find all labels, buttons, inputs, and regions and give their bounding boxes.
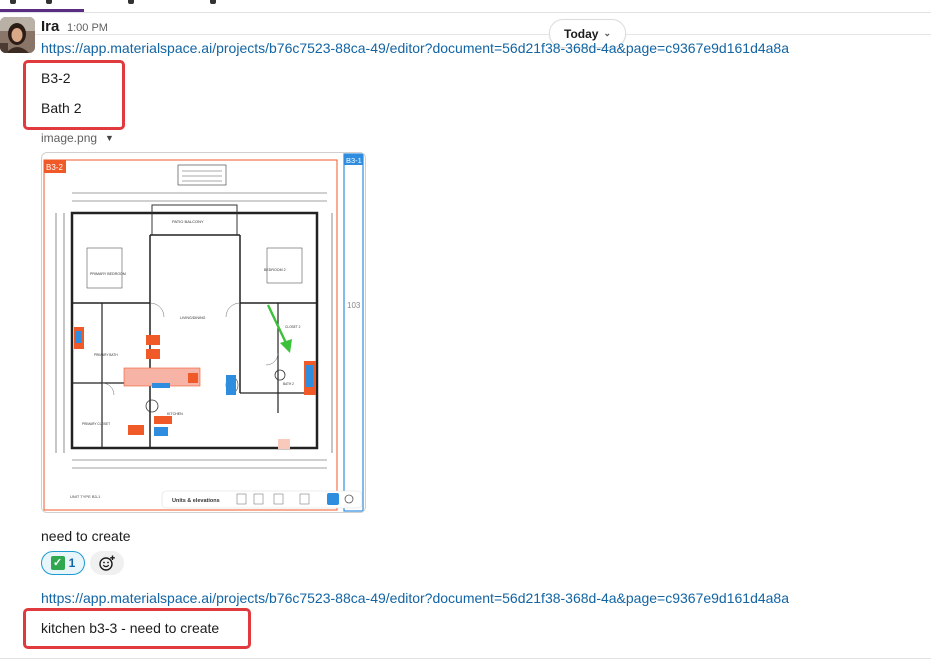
active-tab-indicator	[0, 9, 84, 12]
date-divider-label: Today	[564, 26, 599, 41]
reaction-check-button[interactable]: ✓ 1	[41, 551, 85, 575]
unit-tag-right: B3-1	[346, 156, 362, 165]
tab-icon-fragment	[10, 0, 16, 4]
side-number: 103	[347, 301, 361, 310]
patio-label: PATIO BALCONY	[172, 219, 204, 224]
image-attachment-header[interactable]: image.png ▼	[41, 131, 114, 145]
kitchen-label: KITCHEN	[167, 412, 183, 416]
image-filename: image.png	[41, 131, 98, 145]
caret-down-icon[interactable]: ▼	[105, 133, 114, 143]
message-sender-name[interactable]: Ira	[41, 18, 59, 35]
primary-bath-label: PRIMARY BATH	[94, 353, 118, 357]
message-line-room: Bath 2	[41, 100, 82, 116]
message-timestamp[interactable]: 1:00 PM	[67, 22, 108, 34]
add-reaction-button[interactable]	[90, 551, 124, 575]
avatar[interactable]	[0, 17, 35, 53]
tab-icon-fragment	[46, 0, 52, 4]
unit-tag-left: B3-2	[46, 163, 63, 172]
tab-icon-fragment	[128, 0, 134, 4]
toolbar-label: Units & elevations	[172, 498, 220, 504]
message-line-unit: B3-2	[41, 70, 71, 86]
chevron-down-icon: ⌄	[603, 28, 611, 38]
bath2-label: BATH 2	[283, 382, 294, 386]
message-text: kitchen b3-3 - need to create	[41, 620, 220, 636]
bedroom2-label: BEDROOM 2	[264, 268, 286, 272]
message-link[interactable]: https://app.materialspace.ai/projects/b7…	[41, 590, 789, 606]
reaction-count: 1	[68, 556, 76, 570]
floor-plan-image[interactable]: B3-2 B3-1 103 PATIO BALCONY PRIMARY BEDR…	[41, 152, 366, 513]
message-list-bottom-border	[0, 658, 931, 659]
living-label: LIVING/DINING	[180, 316, 206, 320]
message-link[interactable]: https://app.materialspace.ai/projects/b7…	[41, 40, 789, 56]
white-check-mark-icon: ✓	[50, 556, 65, 570]
primary-bedroom-label: PRIMARY BEDROOM	[90, 272, 126, 276]
tab-icon-fragment	[210, 0, 216, 4]
channel-tab-strip	[0, 0, 931, 13]
date-divider-line	[0, 34, 931, 35]
message-text: need to create	[41, 528, 131, 544]
highlight-box	[23, 60, 125, 130]
closet2-label: CLOSET 2	[285, 325, 301, 329]
reaction-bar: ✓ 1	[41, 551, 124, 575]
add-emoji-icon	[99, 555, 115, 571]
primary-closet-label: PRIMARY CLOSET	[82, 422, 110, 426]
sheet-caption: UNIT TYPE B3-1	[70, 494, 101, 499]
